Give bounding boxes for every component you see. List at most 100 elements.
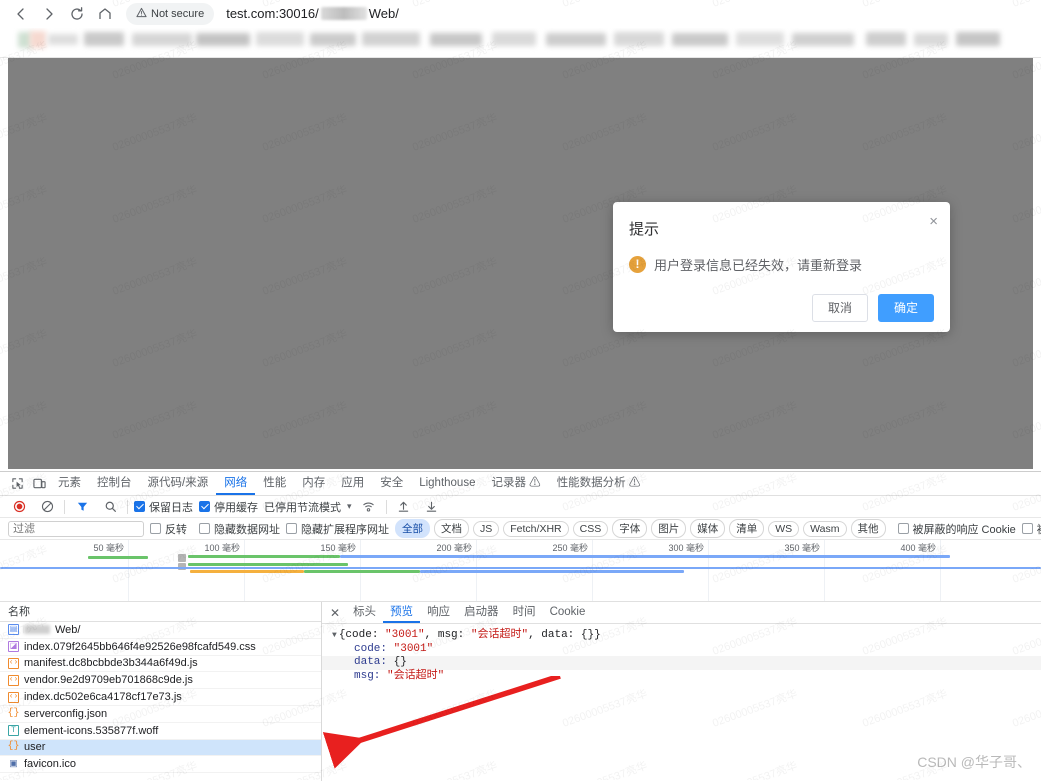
disable-cache-checkbox[interactable]: 停用缓存 <box>199 499 258 515</box>
bookmark-blur-8 <box>310 33 356 46</box>
invert-checkbox[interactable]: 反转 <box>150 521 187 537</box>
devtools-tab-3[interactable]: 网络 <box>216 472 255 495</box>
clear-button[interactable] <box>36 497 58 517</box>
resource-type-chips: 全部 文档 JS Fetch/XHR CSS 字体 图片 媒体 清单 WS Wasm 其他 <box>395 519 886 538</box>
throttling-select-label[interactable]: 已停用节流模式 <box>264 499 341 515</box>
request-row[interactable]: ‹› manifest.dc8bcbbde3b344a6f49d.js <box>0 656 321 673</box>
devtools-tab-7[interactable]: 安全 <box>372 472 411 495</box>
resource-chip-6[interactable]: 图片 <box>651 519 687 538</box>
inspect-element-icon[interactable] <box>6 474 28 494</box>
resource-chip-5[interactable]: 字体 <box>612 519 648 538</box>
detail-tab-4[interactable]: 时间 <box>506 602 543 623</box>
bookmarks-bar[interactable] <box>0 28 1041 58</box>
home-icon[interactable] <box>92 2 118 26</box>
request-row[interactable]: {} user <box>0 739 321 757</box>
hide-extension-urls-checkbox[interactable]: 隐藏扩展程序网址 <box>286 521 389 537</box>
detail-tab-0[interactable]: 标头 <box>346 602 383 623</box>
overview-bar-blue-3 <box>420 570 684 573</box>
devtools-tab-2[interactable]: 源代码/来源 <box>140 472 217 495</box>
cancel-button[interactable]: 取消 <box>811 294 868 322</box>
request-row[interactable]: ▤ Web/ <box>0 622 321 639</box>
overview-bar-grey-1 <box>178 554 186 562</box>
filter-input[interactable] <box>8 520 144 537</box>
request-name-column-header[interactable]: 名称 <box>0 602 321 622</box>
reload-icon[interactable] <box>64 2 90 26</box>
resource-chip-9[interactable]: WS <box>768 520 800 537</box>
resource-chip-4[interactable]: CSS <box>572 520 609 537</box>
preserve-log-checkbox[interactable]: 保留日志 <box>134 499 193 515</box>
export-har-icon[interactable] <box>421 497 443 517</box>
close-detail-icon[interactable]: ✕ <box>330 606 344 620</box>
request-row[interactable]: ‹› index.dc502e6ca4178cf17e73.js <box>0 689 321 706</box>
detail-tabs: 标头 预览 响应 启动器 时间 Cookie <box>346 602 592 623</box>
resource-chip-0[interactable]: 全部 <box>395 519 430 538</box>
devtools-tab-1[interactable]: 控制台 <box>89 472 140 495</box>
import-har-icon[interactable] <box>393 497 415 517</box>
js-file-icon: ‹› <box>8 691 19 703</box>
json-key: data: <box>354 656 388 668</box>
timeline-gridline-7 <box>940 540 941 601</box>
network-timeline-overview[interactable]: 50 毫秒 100 毫秒 150 毫秒 200 毫秒 250 毫秒 300 毫秒 350 毫… <box>0 540 1041 602</box>
blocked-requests-checkbox[interactable]: 被屏蔽的请求 <box>1021 521 1041 537</box>
detail-tab-3[interactable]: 启动器 <box>457 602 506 623</box>
resource-chip-1[interactable]: 文档 <box>434 519 469 538</box>
summary-prefix: {code: <box>338 629 386 641</box>
devtools-tab-8[interactable]: Lighthouse <box>411 472 483 495</box>
toolbar-divider-3 <box>385 499 387 514</box>
blocked-requests-label: 被屏蔽的请求 <box>1037 521 1041 537</box>
bookmark-blur-11 <box>492 32 536 46</box>
expand-triangle-icon[interactable]: ▼ <box>332 631 339 640</box>
url-prefix: test.com:30016/ <box>226 6 319 21</box>
search-icon[interactable] <box>99 497 121 517</box>
request-row[interactable]: ◪ index.079f2645bb646f4e92526e98fcafd549.… <box>0 639 321 656</box>
resource-chip-2[interactable]: JS <box>473 520 500 537</box>
resource-chip-8[interactable]: 清单 <box>729 519 765 538</box>
overview-bar-blue-1 <box>340 555 950 558</box>
url-suffix: Web/ <box>368 6 399 21</box>
summary-mid: , msg: <box>424 629 471 641</box>
dialog-message: 用户登录信息已经失效，请重新登录 <box>654 258 863 273</box>
detail-tab-5[interactable]: Cookie <box>543 602 593 623</box>
toolbar-divider-1 <box>64 499 65 514</box>
security-status-chip[interactable]: Not secure <box>126 2 215 25</box>
device-toolbar-icon[interactable] <box>28 474 50 494</box>
devtools-tab-6[interactable]: 应用 <box>333 472 372 495</box>
json-summary-line[interactable]: ▼ {code: "3001", msg: "会话超时", data: {}} <box>322 629 1041 643</box>
bookmark-blur-5 <box>132 33 192 46</box>
devtools-tab-9[interactable]: 记录器 ⚠ <box>483 472 548 495</box>
resource-chip-10[interactable]: Wasm <box>803 520 847 537</box>
json-file-icon: {} <box>7 741 20 753</box>
forward-button[interactable] <box>36 2 62 26</box>
invert-box <box>150 523 161 534</box>
devtools-tab-10[interactable]: 性能数据分析 ⚠ <box>549 472 649 495</box>
json-file-icon: {} <box>7 707 20 719</box>
resource-chip-11[interactable]: 其他 <box>850 519 886 538</box>
devtools-tab-4[interactable]: 性能 <box>255 472 294 495</box>
address-bar[interactable]: test.com:30016/ Web/ <box>226 6 399 21</box>
request-row[interactable]: ▣ favicon.ico <box>0 756 321 774</box>
session-expired-dialog: 提示 × ! 用户登录信息已经失效，请重新登录 取消 确定 <box>613 202 950 332</box>
record-button[interactable] <box>8 497 30 517</box>
devtools-tab-5[interactable]: 内存 <box>294 472 333 495</box>
back-button[interactable] <box>8 2 34 26</box>
hide-data-urls-checkbox[interactable]: 隐藏数据网址 <box>199 521 280 537</box>
devtools-tab-0[interactable]: 元素 <box>50 472 89 495</box>
request-row[interactable]: {} serverconfig.json <box>0 706 321 723</box>
bookmark-blur-2 <box>30 31 46 48</box>
dialog-title: 提示 <box>629 221 660 238</box>
chevron-down-icon[interactable]: ▾ <box>347 501 352 512</box>
confirm-button[interactable]: 确定 <box>877 294 934 322</box>
resource-chip-3[interactable]: Fetch/XHR <box>503 520 569 537</box>
css-file-icon: ◪ <box>8 641 19 653</box>
request-row[interactable]: Telement-icons.535877f.woff <box>0 723 321 740</box>
timeline-tick-label-4: 250 毫秒 <box>552 543 588 553</box>
resource-chip-7[interactable]: 媒体 <box>690 519 726 538</box>
detail-tab-2[interactable]: 响应 <box>420 602 457 623</box>
network-conditions-icon[interactable] <box>358 497 380 517</box>
request-row[interactable]: ‹› vendor.9e2d9709eb701868c9de.js <box>0 672 321 690</box>
filter-icon[interactable] <box>71 497 93 517</box>
detail-tab-1[interactable]: 预览 <box>383 602 420 623</box>
blocked-cookies-checkbox[interactable]: 被屏蔽的响应 Cookie <box>897 521 1016 537</box>
close-icon[interactable]: × <box>929 214 938 229</box>
preserve-log-label: 保留日志 <box>149 501 193 514</box>
